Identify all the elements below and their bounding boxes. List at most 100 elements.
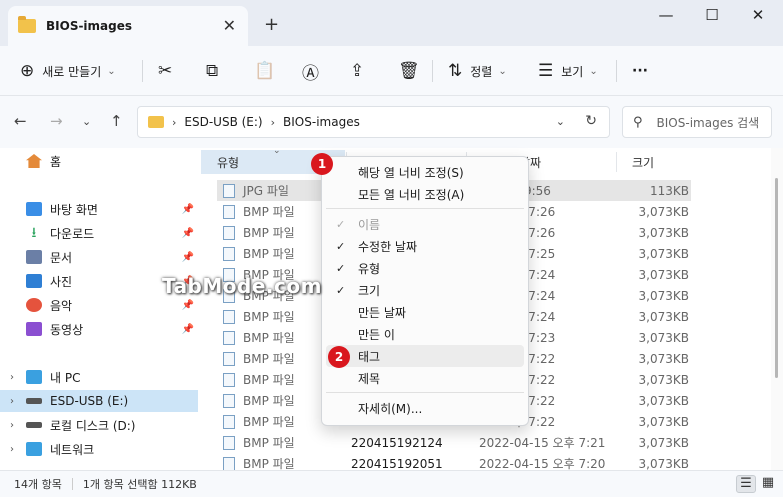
menu-item-label: 만든 이 xyxy=(358,327,395,342)
image-file-icon xyxy=(223,309,235,324)
divider xyxy=(432,60,433,82)
menu-item[interactable]: ✓ 유형 xyxy=(326,257,524,279)
menu-item-label: 수정한 날짜 xyxy=(358,239,418,254)
paste-button[interactable]: 📋 xyxy=(254,56,275,86)
chevron-right-icon[interactable]: › xyxy=(271,116,275,129)
chevron-right-icon[interactable]: › xyxy=(10,420,14,431)
minimize-icon[interactable]: — xyxy=(644,6,688,28)
chevron-right-icon[interactable]: › xyxy=(172,116,176,129)
search-placeholder: BIOS-images 검색 xyxy=(656,115,760,130)
plus-icon[interactable]: + xyxy=(264,14,279,35)
vertical-scrollbar[interactable] xyxy=(771,148,783,470)
maximize-icon[interactable]: ☐ xyxy=(690,6,734,28)
file-row[interactable]: BMP 파일 220415192124 2022-04-15 오후 7:21 3,07… xyxy=(217,432,691,453)
sort-button[interactable]: ⇅ 정렬 ⌄ xyxy=(448,56,507,86)
sidebar-item-label: 사진 xyxy=(50,274,73,289)
menu-item[interactable]: 만든 이 xyxy=(326,323,524,345)
sidebar-item-label: 문서 xyxy=(50,250,73,265)
pin-icon[interactable]: 📌 xyxy=(182,300,194,311)
menu-item[interactable]: 해당 열 너비 조정(S) xyxy=(326,161,524,183)
breadcrumb-folder[interactable]: BIOS-images xyxy=(283,115,360,129)
cut-button[interactable]: ✂ xyxy=(158,56,172,86)
up-arrow-icon[interactable]: ↑ xyxy=(110,112,123,130)
sidebar-item-home[interactable]: 홈 xyxy=(0,150,198,172)
file-date: 2022-04-15 오후 7:21 xyxy=(479,436,606,450)
column-header-size[interactable]: 크기 xyxy=(616,150,696,174)
sidebar-item-label: 내 PC xyxy=(50,370,81,385)
pin-icon[interactable]: 📌 xyxy=(182,228,194,239)
chevron-down-icon[interactable]: ⌄ xyxy=(556,115,565,128)
image-file-icon xyxy=(223,330,235,345)
recent-chevron-icon[interactable]: ⌄ xyxy=(82,115,91,128)
sidebar-item-usb-drive[interactable]: › ESD-USB (E:) xyxy=(0,390,198,412)
image-file-icon xyxy=(223,204,235,219)
menu-item[interactable]: 모든 열 너비 조정(A) xyxy=(326,183,524,205)
tab-bios-images[interactable]: BIOS-images ✕ xyxy=(8,6,248,46)
check-icon: ✓ xyxy=(336,283,346,297)
sidebar-item-videos[interactable]: 동영상 📌 xyxy=(0,318,198,340)
new-button[interactable]: ⊕ 새로 만들기 ⌄ xyxy=(20,56,116,86)
sidebar-item-label: 동영상 xyxy=(50,322,84,337)
file-size: 3,073KB xyxy=(638,351,689,366)
sidebar-item-this-pc[interactable]: › 내 PC xyxy=(0,366,198,388)
more-button[interactable]: ··· xyxy=(632,56,648,86)
file-size: 3,073KB xyxy=(638,372,689,387)
image-file-icon xyxy=(223,246,235,261)
divider xyxy=(142,60,143,82)
menu-item[interactable]: 태그 xyxy=(326,345,524,367)
copy-button[interactable]: ⧉ xyxy=(206,56,218,86)
delete-button[interactable]: 🗑 xyxy=(398,56,420,86)
share-button[interactable]: ⇪ xyxy=(350,56,364,86)
menu-separator xyxy=(326,392,524,393)
menu-item[interactable]: 제목 xyxy=(326,367,524,389)
breadcrumb-drive[interactable]: ESD-USB (E:) xyxy=(184,115,262,129)
file-size: 3,073KB xyxy=(638,330,689,345)
sidebar-item-documents[interactable]: 문서 📌 xyxy=(0,246,198,268)
file-size: 3,073KB xyxy=(638,393,689,408)
menu-item[interactable]: ✓ 이름 xyxy=(326,213,524,235)
pin-icon[interactable]: 📌 xyxy=(182,204,194,215)
usb-drive-icon xyxy=(26,398,42,404)
chevron-down-icon: ⌄ xyxy=(589,65,598,77)
search-input[interactable]: ⚲ BIOS-images 검색 xyxy=(622,106,772,138)
chevron-right-icon[interactable]: › xyxy=(10,444,14,455)
refresh-icon[interactable]: ↻ xyxy=(585,113,597,129)
menu-item[interactable]: 만든 날짜 xyxy=(326,301,524,323)
folder-icon xyxy=(148,116,164,128)
chevron-right-icon[interactable]: › xyxy=(10,396,14,407)
chevron-right-icon[interactable]: › xyxy=(10,372,14,383)
check-icon: ✓ xyxy=(336,217,346,231)
forward-arrow-icon[interactable]: → xyxy=(50,112,63,130)
command-bar: ⊕ 새로 만들기 ⌄ ✂ ⧉ 📋 Ⓐ ⇪ 🗑 ⇅ 정렬 ⌄ ☰ 보기 ⌄ ··· xyxy=(0,46,783,96)
pin-icon[interactable]: 📌 xyxy=(182,252,194,263)
rename-icon: Ⓐ xyxy=(302,63,319,84)
sidebar-item-label: 홈 xyxy=(50,154,62,169)
sidebar-item-network[interactable]: › 네트워크 xyxy=(0,438,198,460)
tiles-view-icon[interactable]: ▦ xyxy=(758,475,778,493)
sidebar-item-local-disk[interactable]: › 로컬 디스크 (D:) xyxy=(0,414,198,436)
menu-item[interactable]: ✓ 크기 xyxy=(326,279,524,301)
menu-item[interactable]: ✓ 수정한 날짜 xyxy=(326,235,524,257)
plus-circle-icon: ⊕ xyxy=(20,61,35,81)
network-icon xyxy=(26,442,42,456)
file-size: 3,073KB xyxy=(638,309,689,324)
file-size: 3,073KB xyxy=(638,456,689,471)
sort-indicator-icon: ⌄ xyxy=(273,146,281,156)
download-icon: ⭳ xyxy=(31,225,37,241)
menu-item-label: 자세히(M)... xyxy=(358,401,423,416)
close-icon[interactable]: ✕ xyxy=(736,6,780,28)
rename-button[interactable]: Ⓐ xyxy=(302,56,319,86)
chevron-down-icon: ⌄ xyxy=(498,65,507,77)
back-arrow-icon[interactable]: ← xyxy=(14,112,27,130)
pin-icon[interactable]: 📌 xyxy=(182,324,194,335)
details-view-icon[interactable]: ☰ xyxy=(736,475,756,493)
view-button[interactable]: ☰ 보기 ⌄ xyxy=(538,56,598,86)
image-file-icon xyxy=(223,456,235,471)
file-type: BMP 파일 xyxy=(243,436,295,450)
sidebar-item-desktop[interactable]: 바탕 화면 📌 xyxy=(0,198,198,220)
sidebar-item-downloads[interactable]: ⭳ 다운로드 📌 xyxy=(0,222,198,244)
address-bar[interactable]: › ESD-USB (E:) › BIOS-images ⌄ ↻ xyxy=(137,106,610,138)
menu-item[interactable]: 자세히(M)... xyxy=(326,397,524,419)
scroll-thumb[interactable] xyxy=(775,178,778,378)
close-tab-icon[interactable]: ✕ xyxy=(223,16,236,35)
